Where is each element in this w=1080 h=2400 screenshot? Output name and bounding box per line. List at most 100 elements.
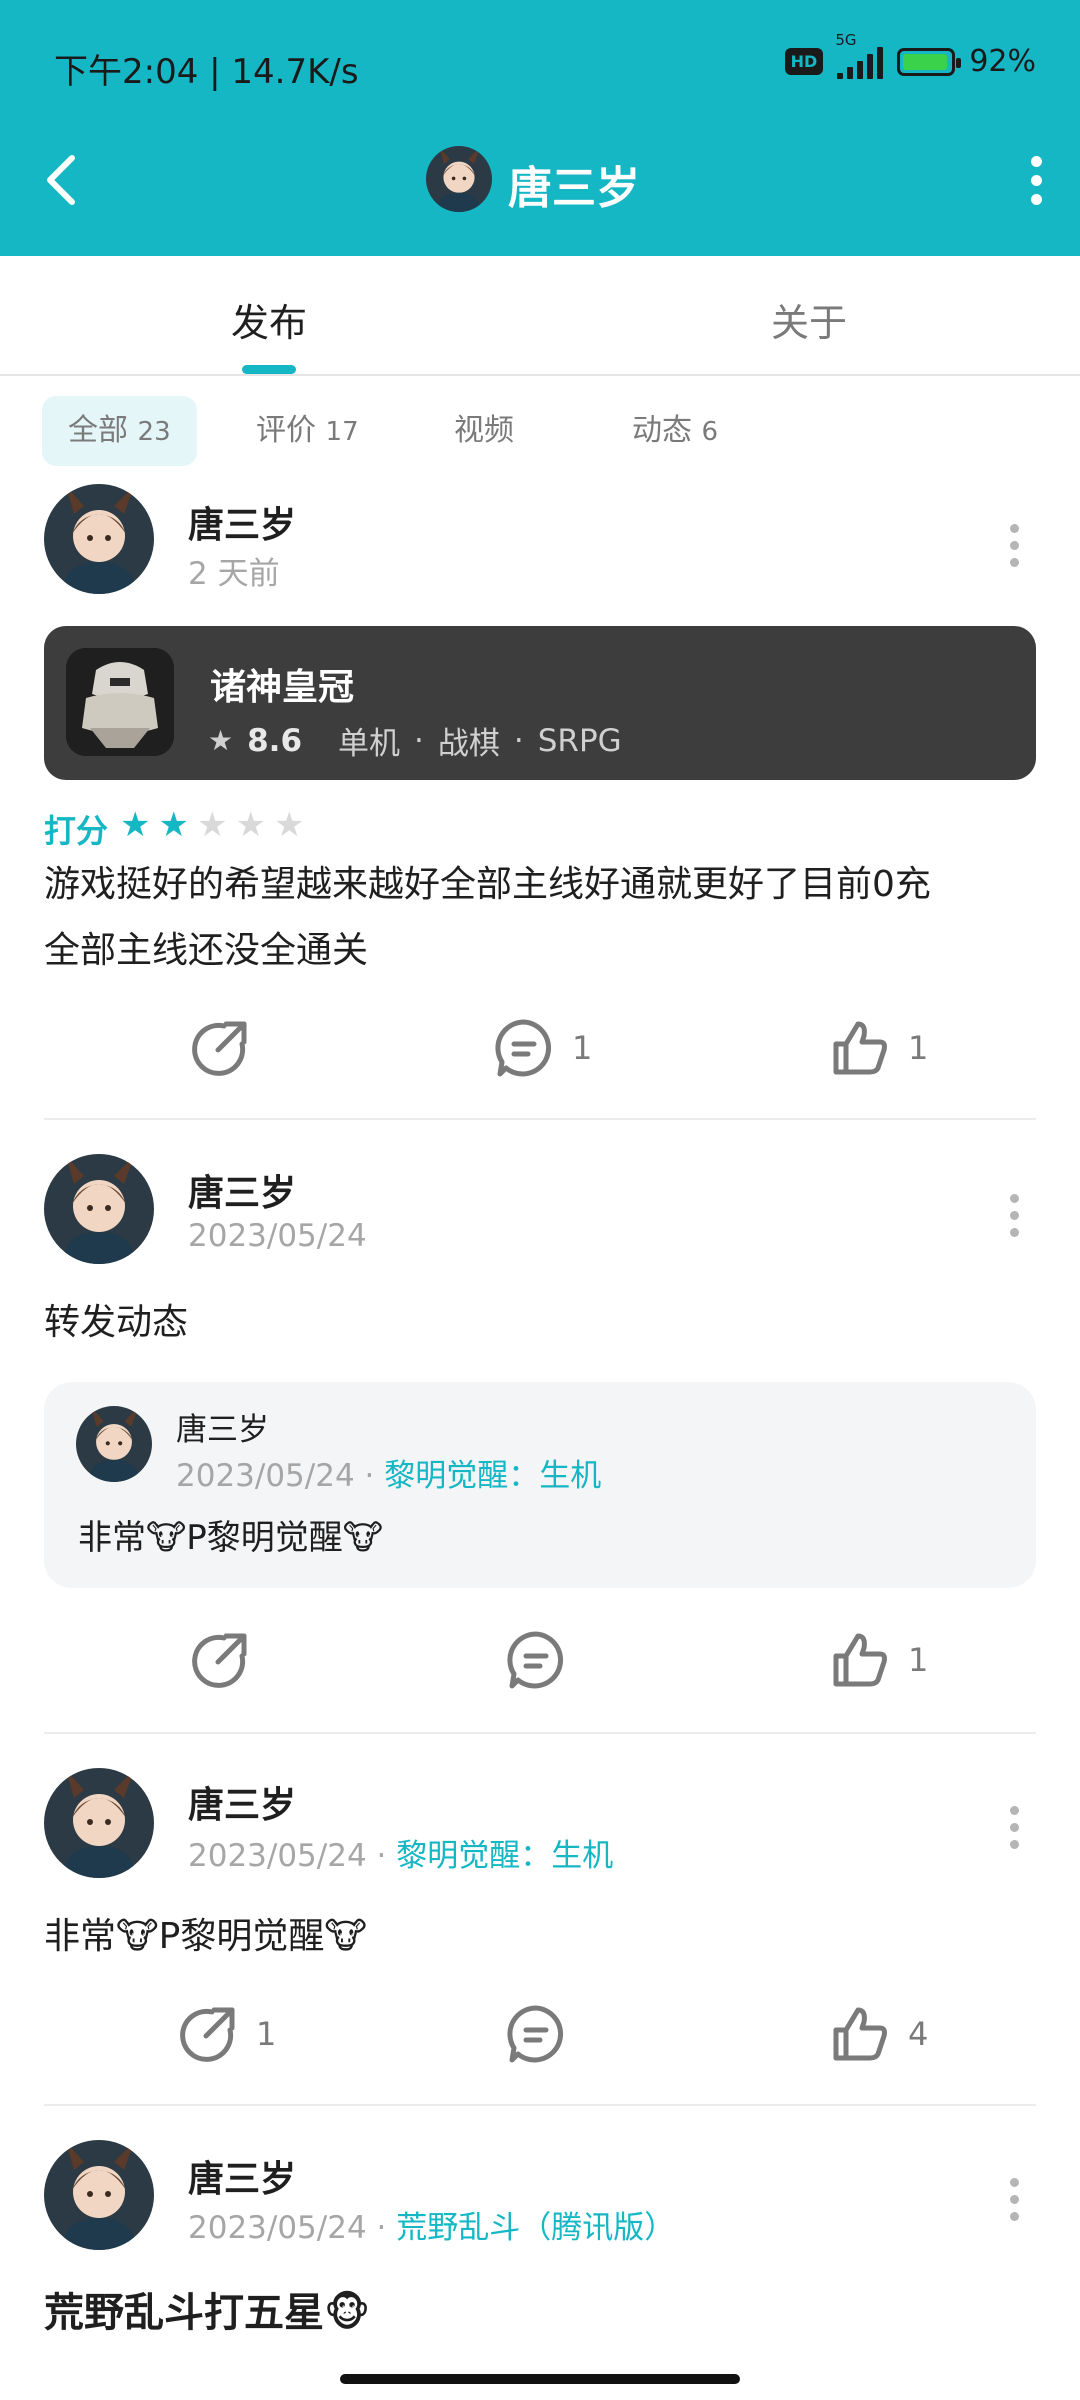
tag-separator: · (414, 722, 424, 759)
post-time: 2023/05/24 (188, 1218, 367, 1254)
post-divider (44, 1732, 1036, 1734)
repost-meta: 2023/05/24 · 黎明觉醒：生机 (176, 1450, 601, 1495)
post-divider (44, 1118, 1036, 1120)
rating-label: 打分 (44, 812, 109, 850)
thumbs-up-icon (833, 1633, 887, 1687)
star-icon: ★ (208, 724, 234, 757)
post-text: 非常🐮P黎明觉醒🐮 (44, 1916, 367, 1957)
meta-separator: · (364, 1458, 385, 1494)
post-meta: 2023/05/24 · 荒野乱斗（腾讯版） (188, 2202, 675, 2247)
comment-count: 1 (572, 1029, 593, 1067)
post-text: 转发动态 (44, 1302, 189, 1343)
game-name: 诸神皇冠 (210, 667, 355, 708)
avatar (76, 1406, 152, 1482)
star-icon: ★ (158, 805, 189, 845)
post-username[interactable]: 唐三岁 (188, 1164, 296, 1216)
post-more-icon[interactable] (1010, 524, 1020, 575)
like-count: 1 (908, 1641, 929, 1679)
meta-separator: · (376, 2210, 397, 2246)
post-time: 2023/05/24 (188, 2210, 367, 2246)
tab-indicator (242, 365, 296, 374)
thumbs-up-icon (833, 1021, 887, 1075)
back-arrow-icon[interactable] (42, 150, 82, 210)
post-username[interactable]: 唐三岁 (188, 2150, 296, 2202)
avatar[interactable] (44, 1768, 154, 1878)
like-button[interactable]: 1 (830, 1630, 928, 1690)
like-button[interactable]: 1 (830, 1018, 928, 1078)
battery-icon (897, 47, 962, 76)
status-time: 下午2:04 | 14.7K/s (54, 52, 359, 92)
game-card[interactable]: 诸神皇冠 ★ 8.6 单机 · 战棋 · SRPG (44, 626, 1036, 780)
filter-count: 6 (701, 417, 719, 447)
star-icon: ★ (120, 805, 151, 845)
share-icon (180, 2007, 235, 2062)
filter-label: 评价 (256, 413, 316, 448)
post-username[interactable]: 唐三岁 (188, 1776, 296, 1828)
app-header (0, 0, 1080, 256)
comment-icon (507, 1631, 564, 1689)
filter-label: 动态 (632, 413, 692, 448)
filter-moments[interactable]: 动态 6 (606, 396, 744, 466)
avatar[interactable] (44, 2140, 154, 2250)
game-icon (66, 648, 174, 756)
comment-button[interactable]: 1 (494, 1018, 592, 1078)
share-button[interactable]: 1 (178, 2004, 276, 2064)
comment-icon (507, 2005, 564, 2063)
post-more-icon[interactable] (1010, 1806, 1020, 1857)
meta-separator: · (376, 1838, 397, 1874)
reposted-card[interactable]: 唐三岁 2023/05/24 · 黎明觉醒：生机 非常🐮P黎明觉醒🐮 (44, 1382, 1036, 1588)
post-more-icon[interactable] (1010, 1194, 1020, 1245)
avatar[interactable] (44, 484, 154, 594)
post-more-icon[interactable] (1010, 2178, 1020, 2229)
status-icons: HD 5G 92% (784, 31, 1036, 79)
filter-videos[interactable]: 视频 (428, 396, 540, 466)
tab-divider (0, 374, 1080, 376)
home-indicator[interactable] (340, 2374, 740, 2384)
game-tag: 战棋 (437, 726, 500, 762)
game-tags: ★ 8.6 单机 · 战棋 · SRPG (208, 718, 622, 763)
post-title: 荒野乱斗打五星🐵 (44, 2290, 371, 2336)
share-button[interactable] (190, 1018, 250, 1078)
header-title: 唐三岁 (508, 163, 640, 214)
avatar[interactable] (44, 1154, 154, 1264)
star-icon: ★ (196, 805, 228, 845)
post-game-link[interactable]: 黎明觉醒：生机 (396, 1838, 613, 1874)
header-avatar[interactable] (426, 146, 492, 212)
post-meta: 2023/05/24 · 黎明觉醒：生机 (188, 1830, 613, 1875)
repost-time: 2023/05/24 (176, 1458, 355, 1494)
hd-badge: HD (784, 48, 824, 75)
share-icon (192, 1021, 247, 1076)
post-game-link[interactable]: 荒野乱斗（腾讯版） (396, 2210, 675, 2246)
signal-icon: 5G (835, 31, 884, 79)
game-tag: SRPG (537, 722, 622, 759)
network-type: 5G (835, 30, 857, 49)
game-score: 8.6 (247, 722, 303, 759)
repost-game-link[interactable]: 黎明觉醒：生机 (384, 1458, 601, 1494)
post-username[interactable]: 唐三岁 (188, 496, 296, 548)
comment-button[interactable] (506, 2004, 566, 2064)
more-options-icon[interactable] (1028, 156, 1044, 205)
like-count: 1 (908, 1029, 929, 1067)
post-time: 2023/05/24 (188, 1838, 367, 1874)
share-count: 1 (256, 2015, 277, 2053)
tab-publish[interactable]: 发布 (231, 292, 307, 347)
star-icon: ★ (273, 805, 305, 845)
repost-username: 唐三岁 (176, 1412, 269, 1448)
post-text: 游戏挺好的希望越来越好全部主线好通就更好了目前0充 (44, 864, 931, 905)
filter-label: 视频 (454, 413, 514, 448)
battery-level: 92% (969, 44, 1036, 79)
like-button[interactable]: 4 (830, 2004, 928, 2064)
repost-text: 非常🐮P黎明觉醒🐮 (78, 1518, 383, 1558)
filter-count: 23 (137, 417, 171, 447)
post-divider (44, 2104, 1036, 2106)
share-icon (192, 1633, 247, 1688)
filter-reviews[interactable]: 评价 17 (230, 396, 385, 466)
filter-all[interactable]: 全部 23 (42, 396, 197, 466)
tab-about[interactable]: 关于 (771, 292, 847, 347)
tag-separator: · (513, 722, 524, 759)
thumbs-up-icon (833, 2007, 887, 2061)
comment-button[interactable] (506, 1630, 566, 1690)
share-button[interactable] (190, 1630, 250, 1690)
filter-label: 全部 (68, 413, 128, 448)
like-count: 4 (908, 2015, 929, 2053)
